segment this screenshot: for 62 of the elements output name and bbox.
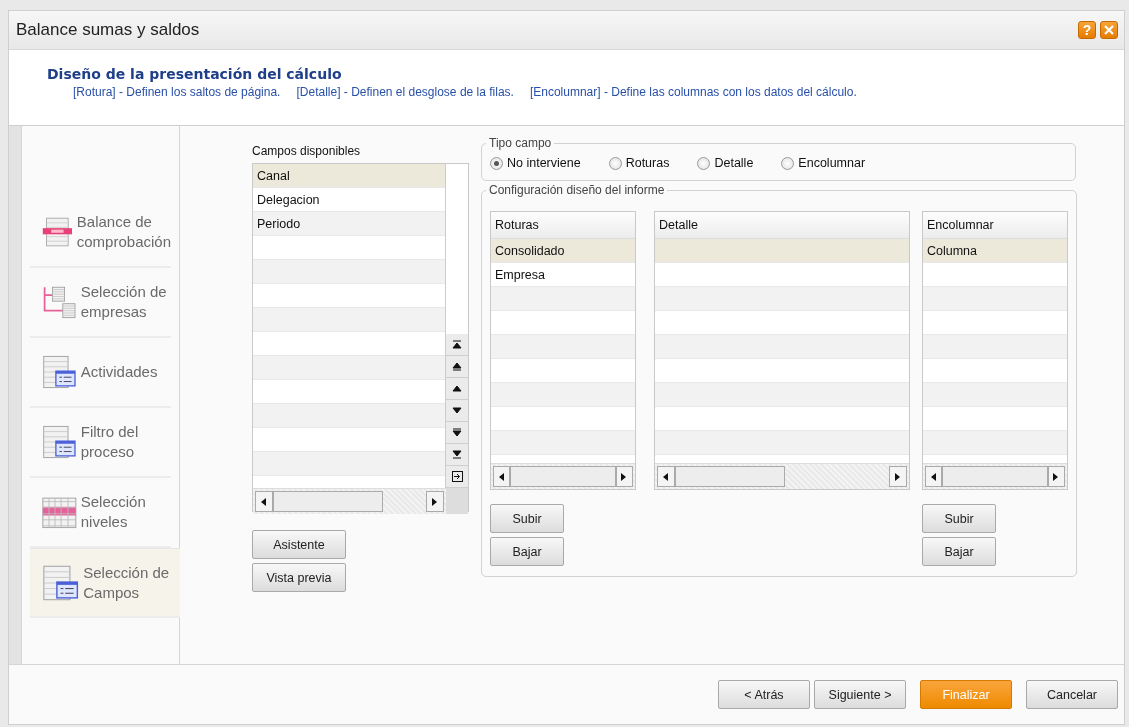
up-button[interactable] [446, 378, 468, 400]
footer-button[interactable]: Cancelar [1026, 680, 1118, 709]
section-title: Diseño de la presentación del cálculo [47, 66, 343, 82]
group-legend: Tipo campo [486, 136, 555, 150]
move-button[interactable]: Subir [490, 504, 564, 533]
arrow-icon [452, 406, 462, 415]
action-button[interactable]: Asistente [252, 530, 346, 559]
list-label: Campos disponibles [252, 144, 362, 158]
move-top-button[interactable] [446, 334, 468, 356]
action-button[interactable]: Vista previa [252, 563, 346, 592]
radio-button[interactable]: Encolumnar [781, 156, 866, 170]
move-button[interactable]: Bajar [490, 537, 564, 566]
arrow-icon [452, 362, 462, 371]
list-row[interactable]: Consolidado [491, 239, 635, 263]
hint-text: [Rotura] - Definen los saltos de página. [73, 85, 281, 99]
add-button[interactable] [446, 466, 468, 488]
column-header: Roturas [491, 212, 635, 239]
close-icon [1104, 25, 1114, 35]
left-arrow-icon[interactable] [930, 472, 937, 481]
column-header: Encolumnar [923, 212, 1067, 239]
list-row[interactable]: Columna [923, 239, 1067, 263]
arrow-icon [452, 450, 462, 459]
list-row[interactable]: Canal [253, 164, 445, 188]
right-arrow-icon[interactable] [621, 472, 628, 481]
right-arrow-icon[interactable] [1053, 472, 1060, 481]
hint-text: [Detalle] - Definen el desglose de la filas. [296, 85, 514, 99]
move-button[interactable]: Subir [922, 504, 996, 533]
footer-button[interactable]: Siguiente > [814, 680, 906, 709]
wizard-step[interactable]: Filtro del proceso [30, 408, 171, 478]
horizontal-scrollbar[interactable] [253, 488, 446, 514]
group-legend: Configuración diseño del informe [486, 183, 668, 197]
window-title: Balance sumas y saldos [16, 20, 201, 40]
left-arrow-icon[interactable] [261, 497, 267, 506]
horizontal-scrollbar[interactable] [923, 463, 1067, 489]
page-down-button[interactable] [446, 422, 468, 444]
footer-button[interactable]: < Atrás [718, 680, 810, 709]
left-arrow-icon[interactable] [663, 472, 669, 481]
wizard-step[interactable]: Actividades [30, 338, 171, 408]
horizontal-scrollbar[interactable] [655, 463, 909, 489]
list-row[interactable]: Periodo [253, 212, 445, 236]
radio-button[interactable]: No interviene [490, 156, 581, 170]
arrow-icon [452, 428, 462, 437]
radio-button[interactable]: Roturas [608, 156, 670, 170]
wizard-step[interactable]: Selección de empresas [30, 268, 171, 338]
move-bottom-button[interactable] [446, 444, 468, 466]
hint-text: [Encolumnar] - Define las columnas con los datos del cálculo. [529, 85, 857, 99]
page-up-button[interactable] [446, 356, 468, 378]
down-button[interactable] [446, 400, 468, 422]
scrollbar-corner [446, 488, 468, 514]
move-button[interactable]: Bajar [922, 537, 996, 566]
wizard-step[interactable]: Selección de Campos [30, 548, 180, 618]
right-arrow-icon[interactable] [432, 497, 438, 506]
wizard-step[interactable]: Balance de comprobación [30, 198, 171, 268]
arrow-icon [452, 340, 462, 349]
left-arrow-icon[interactable] [498, 472, 505, 481]
radio-button[interactable]: Detalle [697, 156, 754, 170]
horizontal-scrollbar[interactable] [491, 463, 635, 489]
close-button[interactable] [1100, 21, 1118, 39]
column-header: Detalle [655, 212, 909, 239]
arrow-icon [452, 384, 462, 393]
right-arrow-icon[interactable] [895, 472, 901, 481]
arrow-into-box-icon [451, 471, 463, 482]
